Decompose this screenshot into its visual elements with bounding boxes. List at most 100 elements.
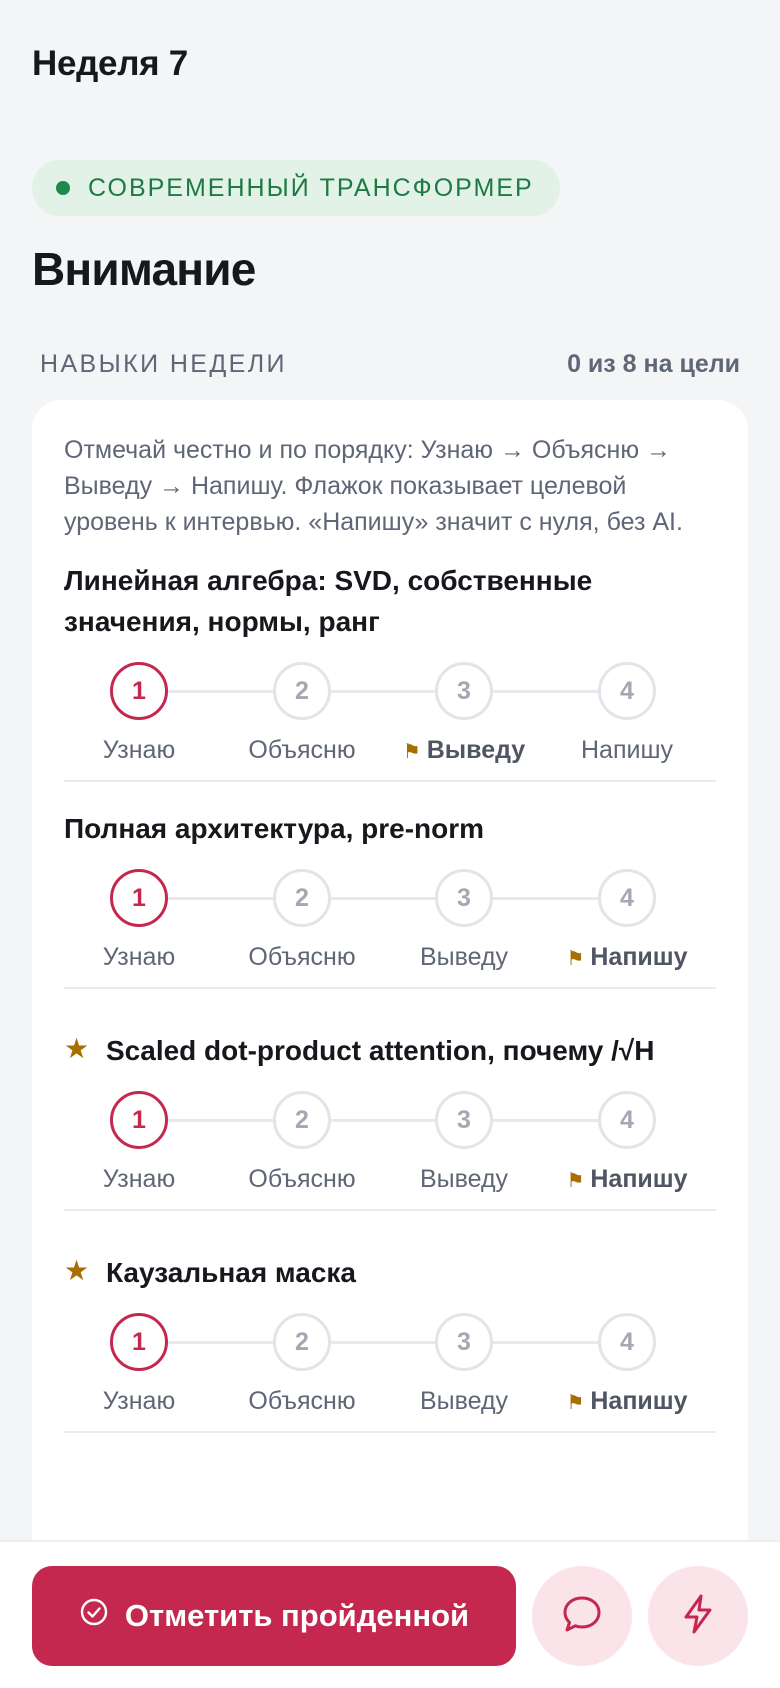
level-step-circle[interactable]: 2 <box>273 869 331 927</box>
level-step[interactable]: 3 Выведу <box>389 1091 539 1194</box>
level-step-circle[interactable]: 3 <box>435 869 493 927</box>
level-step-label: Узнаю <box>103 943 175 972</box>
level-step[interactable]: 2 Объясню <box>227 1091 377 1194</box>
skill-name-text: Полная архитектура, pre-norm <box>64 813 485 844</box>
level-step-label: Напишу <box>581 736 673 765</box>
level-step-circle[interactable]: 3 <box>435 662 493 720</box>
skill-name-text: Каузальная маска <box>106 1257 357 1288</box>
skills-card: Отмечай честно и по порядку: Узнаю → Объ… <box>32 400 748 1688</box>
level-step[interactable]: 1 Узнаю <box>64 1313 214 1416</box>
level-step[interactable]: 4 ⚑ Напишу <box>552 1091 702 1194</box>
level-label-text: Объясню <box>248 736 356 764</box>
level-step-circle[interactable]: 4 <box>598 1091 656 1149</box>
level-step-circle[interactable]: 2 <box>273 662 331 720</box>
level-step-label: ⚑ Выведу <box>403 736 525 765</box>
skill-name-text: Scaled dot-product attention, почему /√H <box>106 1035 655 1066</box>
level-step-label: Выведу <box>420 943 508 972</box>
level-step-label: Выведу <box>420 1165 508 1194</box>
skill-name: Линейная алгебра: SVD, собственные значе… <box>64 560 716 642</box>
topic-title: Внимание <box>32 243 256 295</box>
level-step-label: ⚑ Напишу <box>566 943 687 972</box>
level-step-circle[interactable]: 4 <box>598 1313 656 1371</box>
chat-button[interactable] <box>532 1566 632 1666</box>
level-step[interactable]: 2 Объясню <box>227 869 377 972</box>
skill-item: Линейная алгебра: SVD, собственные значе… <box>64 560 716 782</box>
skill-name: Полная архитектура, pre-norm <box>64 808 716 849</box>
skill-item: ★ Каузальная маска 1 Узнаю 2 Объясню 3 Выведу 4 ⚑… <box>64 1252 716 1433</box>
star-icon: ★ <box>64 1255 90 1286</box>
level-step-circle[interactable]: 1 <box>110 1091 168 1149</box>
level-label-text: Напишу <box>590 943 688 971</box>
level-label-text: Выведу <box>419 1387 509 1415</box>
flag-icon: ⚑ <box>566 1170 585 1192</box>
level-label-text: Узнаю <box>102 1387 176 1415</box>
divider <box>64 987 716 989</box>
level-step-label: Выведу <box>420 1387 508 1416</box>
level-step-circle[interactable]: 1 <box>110 1313 168 1371</box>
level-stepper: 1 Узнаю 2 Объясню 3 ⚑ Выведу 4 Напишу <box>64 662 716 772</box>
level-step[interactable]: 1 Узнаю <box>64 869 214 972</box>
divider <box>64 1209 716 1211</box>
level-stepper: 1 Узнаю 2 Объясню 3 Выведу 4 ⚑ Напишу <box>64 1313 716 1423</box>
level-label-text: Выведу <box>419 1165 509 1193</box>
skill-name: ★ Scaled dot-product attention, почему /√… <box>64 1030 716 1071</box>
level-label-text: Выведу <box>419 943 509 971</box>
level-step-label: Объясню <box>248 736 355 765</box>
skill-name-text: Линейная алгебра: SVD, собственные значе… <box>64 565 593 637</box>
lightning-icon <box>675 1591 721 1642</box>
flag-icon: ⚑ <box>566 948 585 970</box>
level-label-text: Напишу <box>580 736 674 764</box>
level-label-text: Узнаю <box>102 943 176 971</box>
mark-completed-label: Отметить пройденной <box>124 1598 470 1633</box>
check-circle-icon <box>79 1597 109 1635</box>
level-step-circle[interactable]: 1 <box>110 662 168 720</box>
level-label-text: Объясню <box>248 943 356 971</box>
status-dot <box>56 181 70 195</box>
level-step[interactable]: 2 Объясню <box>227 662 377 765</box>
level-label-text: Объясню <box>248 1387 356 1415</box>
level-step-circle[interactable]: 4 <box>598 662 656 720</box>
level-step-label: Узнаю <box>103 1165 175 1194</box>
level-step-label: Объясню <box>248 1165 355 1194</box>
skills-intro: Отмечай честно и по порядку: Узнаю → Объ… <box>64 436 683 536</box>
level-step[interactable]: 4 ⚑ Напишу <box>552 1313 702 1416</box>
level-step-label: Объясню <box>248 1387 355 1416</box>
level-step-label: ⚑ Напишу <box>566 1387 687 1416</box>
track-badge-label: СОВРЕМЕННЫЙ ТРАНСФОРМЕР <box>88 173 534 202</box>
level-step-circle[interactable]: 4 <box>598 869 656 927</box>
chat-bubble-icon <box>559 1591 605 1642</box>
track-badge: СОВРЕМЕННЫЙ ТРАНСФОРМЕР <box>32 160 560 216</box>
level-step[interactable]: 1 Узнаю <box>64 1091 214 1194</box>
level-step-label: Объясню <box>248 943 355 972</box>
level-step-label: Узнаю <box>103 1387 175 1416</box>
level-step-circle[interactable]: 1 <box>110 869 168 927</box>
level-step[interactable]: 4 ⚑ Напишу <box>552 869 702 972</box>
level-step-circle[interactable]: 3 <box>435 1091 493 1149</box>
level-step[interactable]: 3 Выведу <box>389 1313 539 1416</box>
skills-progress-count: 0 из 8 на цели <box>567 350 740 378</box>
skill-item: Полная архитектура, pre-norm 1 Узнаю 2 Объяс… <box>64 808 716 989</box>
divider <box>64 780 716 782</box>
lightning-button[interactable] <box>648 1566 748 1666</box>
level-step[interactable]: 2 Объясню <box>227 1313 377 1416</box>
level-step-label: Узнаю <box>103 736 175 765</box>
level-stepper: 1 Узнаю 2 Объясню 3 Выведу 4 ⚑ Напишу <box>64 869 716 979</box>
divider <box>64 1431 716 1433</box>
level-step[interactable]: 3 ⚑ Выведу <box>389 662 539 765</box>
level-step-label: ⚑ Напишу <box>566 1165 687 1194</box>
level-step-circle[interactable]: 3 <box>435 1313 493 1371</box>
level-label-text: Напишу <box>590 1387 688 1415</box>
level-stepper: 1 Узнаю 2 Объясню 3 Выведу 4 ⚑ Напишу <box>64 1091 716 1201</box>
level-step[interactable]: 1 Узнаю <box>64 662 214 765</box>
skill-name: ★ Каузальная маска <box>64 1252 716 1293</box>
bottom-action-bar: Отметить пройденной <box>0 1540 780 1688</box>
level-step[interactable]: 3 Выведу <box>389 869 539 972</box>
level-label-text: Объясню <box>248 1165 356 1193</box>
level-step-circle[interactable]: 2 <box>273 1091 331 1149</box>
level-label-text: Напишу <box>590 1165 688 1193</box>
level-step[interactable]: 4 Напишу <box>552 662 702 765</box>
level-label-text: Узнаю <box>102 736 176 764</box>
level-label-text: Узнаю <box>102 1165 176 1193</box>
mark-completed-button[interactable]: Отметить пройденной <box>32 1566 516 1666</box>
level-step-circle[interactable]: 2 <box>273 1313 331 1371</box>
